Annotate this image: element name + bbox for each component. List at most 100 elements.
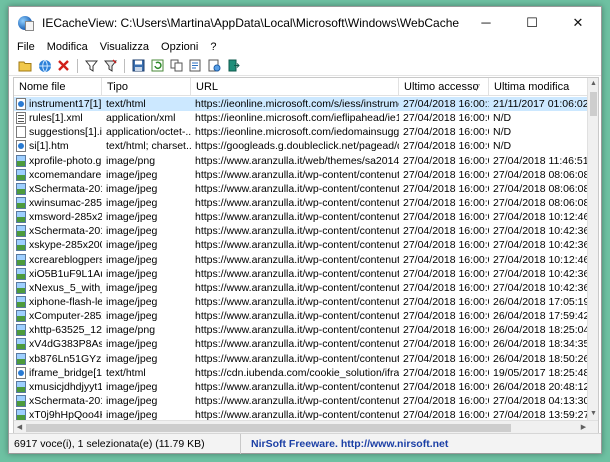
scroll-up-icon[interactable]: ▲ — [588, 78, 598, 90]
menu-modifica[interactable]: Modifica — [41, 41, 94, 53]
cell-modified: 26/04/2018 18:34:35 — [493, 338, 589, 351]
toolbar-separator — [77, 58, 78, 73]
status-count: 6917 voce(i), 1 selezionata(e) (11.79 KB… — [9, 433, 241, 454]
table-row[interactable]: xV4dG383P8AsQ... image/jpeg https://www.ar… — [14, 337, 589, 351]
file-name: instrument17[1].... — [29, 98, 102, 111]
window-controls: ─ ☐ ✕ — [463, 7, 601, 38]
image-file-icon — [16, 182, 26, 195]
column-header-accessed-label: Ultimo accesso — [404, 81, 479, 93]
column-header-url[interactable]: URL — [191, 78, 399, 96]
horizontal-scrollbar[interactable]: ◀ ▶ — [14, 420, 598, 434]
table-row[interactable]: xcreareblogpers... image/jpeg https://www.… — [14, 253, 589, 267]
menu-file[interactable]: File — [9, 41, 41, 53]
table-row[interactable]: rules[1].xml application/xml https://ieonl… — [14, 111, 589, 125]
title-bar[interactable]: IECacheView: C:\Users\Martina\AppData\Lo… — [9, 7, 601, 38]
filter-add-icon[interactable] — [103, 58, 118, 73]
file-name: xiphone-flash-le... — [29, 296, 102, 309]
table-row[interactable]: xSchermata-201... image/jpeg https://www.a… — [14, 182, 589, 196]
file-name: xComputer-285x... — [29, 310, 102, 323]
nirsoft-link[interactable]: NirSoft Freeware. http://www.nirsoft.net — [241, 438, 448, 450]
filter-icon[interactable] — [84, 58, 99, 73]
scroll-down-icon[interactable]: ▼ — [588, 408, 598, 420]
cell-modified: N/D — [493, 126, 512, 139]
copy-icon[interactable] — [169, 58, 184, 73]
table-row[interactable]: xb876Ln51GYz10... image/jpeg https://www.a… — [14, 352, 589, 366]
horizontal-scroll-thumb[interactable] — [26, 424, 511, 432]
save-icon[interactable] — [131, 58, 146, 73]
cell-accessed: 27/04/2018 16:00:10 — [403, 98, 489, 111]
list-header: Nome file Tipo URL Ultimo accesso ▽ Ulti… — [14, 78, 589, 96]
table-row[interactable]: xmsword-285x2... image/jpeg https://www.ar… — [14, 210, 589, 224]
close-button[interactable]: ✕ — [555, 7, 601, 38]
file-name: si[1].htm — [29, 140, 69, 153]
window-title: IECacheView: C:\Users\Martina\AppData\Lo… — [42, 15, 460, 30]
properties-icon[interactable] — [188, 58, 203, 73]
html-file-icon — [16, 366, 26, 379]
table-row[interactable]: xwinsumac-285x... image/jpeg https://www.a… — [14, 196, 589, 210]
file-name: xmsword-285x2... — [29, 211, 102, 224]
cell-modified: 21/11/2017 01:06:02 — [493, 98, 589, 111]
vertical-scroll-thumb[interactable] — [590, 92, 597, 116]
table-row[interactable]: xhttp-63525_128... image/png https://www.a… — [14, 323, 589, 337]
list-rows: instrument17[1].... text/html https://ieon… — [14, 97, 589, 422]
cell-type: image/jpeg — [106, 197, 158, 210]
cell-name: xprofile-photo.g... — [14, 154, 102, 168]
column-header-name[interactable]: Nome file — [14, 78, 102, 96]
cell-url: https://www.aranzulla.it/wp-content/cont… — [195, 352, 399, 365]
table-row[interactable]: xComputer-285x... image/jpeg https://www.a… — [14, 309, 589, 323]
cell-name: xNexus_5_with_... — [14, 281, 102, 295]
column-header-accessed[interactable]: Ultimo accesso ▽ — [399, 78, 489, 96]
open-folder-icon[interactable] — [18, 58, 33, 73]
cell-type: image/jpeg — [106, 395, 158, 408]
table-row[interactable]: xprofile-photo.g... image/png https://www.… — [14, 154, 589, 168]
table-row[interactable]: xiphone-flash-le... image/jpeg https://www… — [14, 295, 589, 309]
report-icon[interactable] — [207, 58, 222, 73]
refresh-icon[interactable] — [150, 58, 165, 73]
exit-icon[interactable] — [226, 58, 241, 73]
cell-accessed: 27/04/2018 16:00:05 — [403, 168, 489, 181]
image-file-icon — [16, 352, 26, 365]
cache-list[interactable]: Nome file Tipo URL Ultimo accesso ▽ Ulti… — [13, 77, 599, 435]
table-row[interactable]: xSchermata-201... image/jpeg https://www.a… — [14, 224, 589, 238]
globe-icon[interactable] — [37, 58, 52, 73]
cell-accessed: 27/04/2018 16:00:05 — [403, 253, 489, 266]
cell-accessed: 27/04/2018 16:00:05 — [403, 310, 489, 323]
column-header-modified[interactable]: Ultima modifica — [489, 78, 589, 96]
menu-opzioni[interactable]: Opzioni — [155, 41, 204, 53]
table-row[interactable]: xmusicjdhdjyyt1... image/jpeg https://www.… — [14, 380, 589, 394]
delete-icon[interactable] — [56, 58, 71, 73]
table-row[interactable]: xSchermata-201... image/jpeg https://www.a… — [14, 394, 589, 408]
column-header-type[interactable]: Tipo — [102, 78, 191, 96]
menu-help[interactable]: ? — [204, 41, 222, 53]
cell-name: si[1].htm — [14, 139, 102, 153]
cell-name: xcomemandare... — [14, 168, 102, 182]
table-row[interactable]: xiO5B1uF9L1Au... image/jpeg https://www.ar… — [14, 267, 589, 281]
file-name: xSchermata-201... — [29, 395, 102, 408]
menu-visualizza[interactable]: Visualizza — [94, 41, 155, 53]
image-file-icon — [16, 310, 26, 323]
cell-type: application/octet-... — [106, 126, 191, 139]
cell-accessed: 27/04/2018 16:00:05 — [403, 380, 489, 393]
vertical-scrollbar[interactable]: ▲ ▼ — [587, 78, 598, 420]
cell-modified: 19/05/2017 18:25:48 — [493, 366, 589, 379]
file-name: xSchermata-201... — [29, 182, 102, 195]
file-name: xb876Ln51GYz10... — [29, 352, 102, 365]
image-file-icon — [16, 296, 26, 309]
cell-type: image/png — [106, 154, 156, 167]
cell-accessed: 27/04/2018 16:00:05 — [403, 197, 489, 210]
table-row[interactable]: suggestions[1].it... application/octet-..… — [14, 125, 589, 139]
table-row[interactable]: xskype-285x200.j... image/jpeg https://www… — [14, 238, 589, 252]
table-row[interactable]: iframe_bridge[1]... text/html https://cdn.… — [14, 366, 589, 380]
cell-name: xwinsumac-285x... — [14, 196, 102, 210]
cell-modified: N/D — [493, 140, 512, 153]
table-row[interactable]: xcomemandare... image/jpeg https://www.ara… — [14, 168, 589, 182]
table-row[interactable]: instrument17[1].... text/html https://ieon… — [14, 97, 589, 112]
image-file-icon — [16, 281, 26, 294]
cell-modified: N/D — [493, 112, 512, 125]
minimize-button[interactable]: ─ — [463, 7, 509, 38]
table-row[interactable]: si[1].htm text/html; charset... https://go… — [14, 139, 589, 153]
cell-url: https://www.aranzulla.it/wp-content/cont… — [195, 281, 399, 294]
cell-type: image/jpeg — [106, 281, 158, 294]
table-row[interactable]: xNexus_5_with_... image/jpeg https://www.a… — [14, 281, 589, 295]
maximize-button[interactable]: ☐ — [509, 7, 555, 38]
